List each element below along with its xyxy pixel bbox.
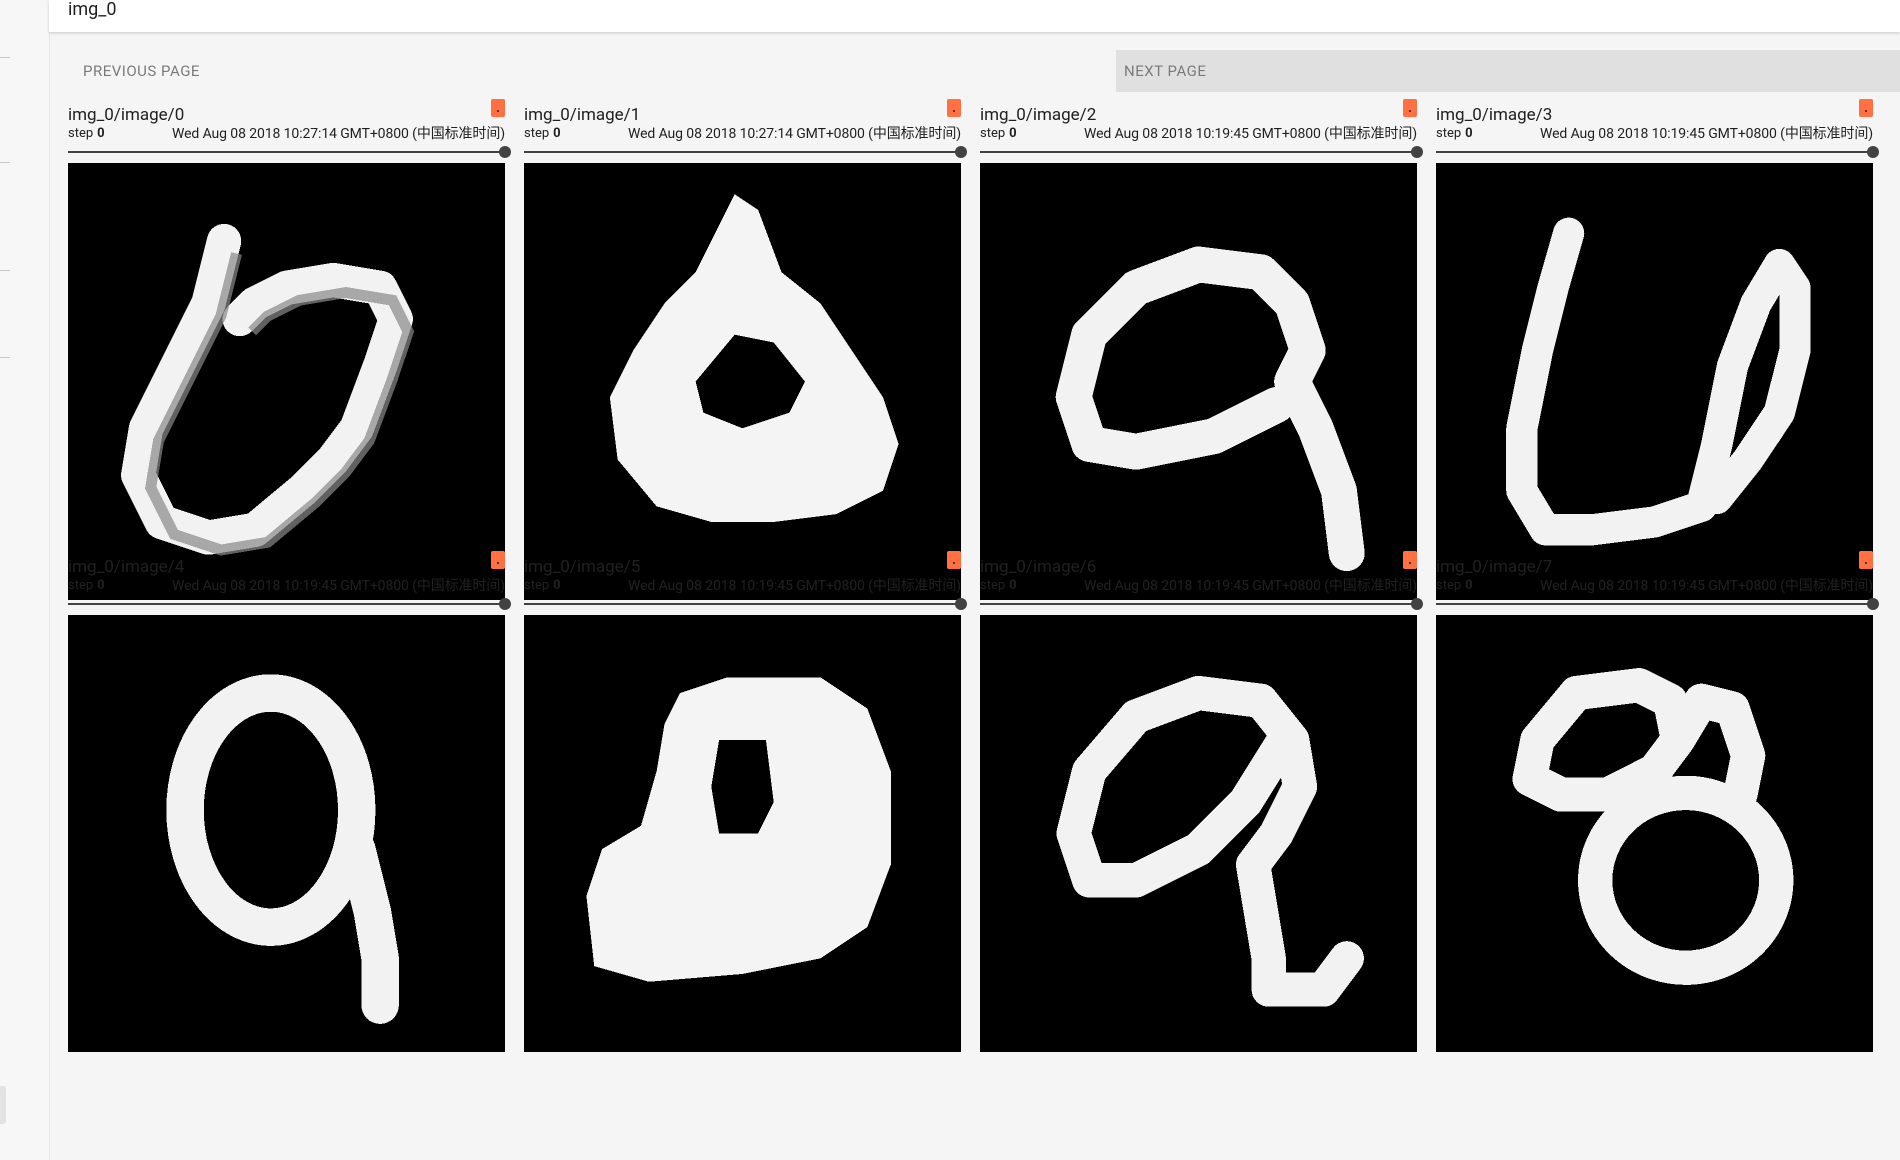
card-title: img_0/image/5 xyxy=(524,557,641,577)
timestamp: Wed Aug 08 2018 10:19:45 GMT+0800 (中国标准时… xyxy=(628,578,961,594)
expand-flag-icon[interactable] xyxy=(1403,551,1417,569)
expand-flag-icon[interactable] xyxy=(1859,99,1873,117)
card-title: img_0/image/2 xyxy=(980,105,1097,125)
mnist-image xyxy=(1436,163,1873,600)
step-label: step 0 xyxy=(68,578,105,593)
step-slider[interactable] xyxy=(980,603,1417,605)
next-page-button[interactable]: NEXT PAGE xyxy=(1116,50,1900,92)
step-value: 0 xyxy=(553,578,561,593)
step-slider[interactable] xyxy=(68,151,505,153)
card-title: img_0/image/3 xyxy=(1436,105,1553,125)
mnist-image xyxy=(68,615,505,1052)
step-label: step 0 xyxy=(524,578,561,593)
expand-flag-icon[interactable] xyxy=(947,551,961,569)
timestamp: Wed Aug 08 2018 10:27:14 GMT+0800 (中国标准时… xyxy=(172,126,505,142)
step-label: step 0 xyxy=(1436,578,1473,593)
sidebar-divider xyxy=(0,270,10,271)
step-slider[interactable] xyxy=(1436,603,1873,605)
expand-flag-icon[interactable] xyxy=(947,99,961,117)
step-value: 0 xyxy=(97,578,105,593)
step-label: step 0 xyxy=(980,126,1017,141)
step-slider[interactable] xyxy=(524,603,961,605)
timestamp: Wed Aug 08 2018 10:19:45 GMT+0800 (中国标准时… xyxy=(1084,126,1417,142)
mnist-image xyxy=(524,163,961,600)
timestamp: Wed Aug 08 2018 10:19:45 GMT+0800 (中国标准时… xyxy=(1540,126,1873,142)
card-title: img_0/image/6 xyxy=(980,557,1097,577)
expand-flag-icon[interactable] xyxy=(1859,551,1873,569)
step-value: 0 xyxy=(553,126,561,141)
step-value: 0 xyxy=(97,126,105,141)
timestamp: Wed Aug 08 2018 10:27:14 GMT+0800 (中国标准时… xyxy=(628,126,961,142)
step-value: 0 xyxy=(1465,126,1473,141)
step-label: step 0 xyxy=(524,126,561,141)
mnist-image xyxy=(980,615,1417,1052)
sidebar xyxy=(0,0,50,1160)
step-slider[interactable] xyxy=(980,151,1417,153)
group-title: img_0 xyxy=(68,0,117,20)
group-header[interactable]: img_0 xyxy=(49,0,1900,32)
step-slider-knob[interactable] xyxy=(1867,146,1879,158)
step-slider-knob[interactable] xyxy=(1867,598,1879,610)
step-label: step 0 xyxy=(1436,126,1473,141)
sidebar-divider xyxy=(0,57,10,58)
step-value: 0 xyxy=(1009,578,1017,593)
step-slider[interactable] xyxy=(1436,151,1873,153)
step-value: 0 xyxy=(1009,126,1017,141)
step-label: step 0 xyxy=(980,578,1017,593)
step-slider-knob[interactable] xyxy=(1411,598,1423,610)
step-slider[interactable] xyxy=(68,603,505,605)
mnist-image xyxy=(980,163,1417,600)
step-label: step 0 xyxy=(68,126,105,141)
mnist-image xyxy=(68,163,505,600)
step-slider-knob[interactable] xyxy=(955,598,967,610)
step-slider-knob[interactable] xyxy=(1411,146,1423,158)
expand-flag-icon[interactable] xyxy=(491,551,505,569)
timestamp: Wed Aug 08 2018 10:19:45 GMT+0800 (中国标准时… xyxy=(172,578,505,594)
step-slider[interactable] xyxy=(524,151,961,153)
sidebar-divider xyxy=(0,357,10,358)
card-title: img_0/image/0 xyxy=(68,105,185,125)
expand-flag-icon[interactable] xyxy=(1403,99,1417,117)
previous-page-button[interactable]: PREVIOUS PAGE xyxy=(49,50,259,92)
sidebar-divider xyxy=(0,162,10,163)
step-slider-knob[interactable] xyxy=(499,146,511,158)
step-slider-knob[interactable] xyxy=(499,598,511,610)
step-value: 0 xyxy=(1465,578,1473,593)
main-panel: img_0 PREVIOUS PAGE NEXT PAGE img_0/imag… xyxy=(49,0,1900,1160)
card-title: img_0/image/4 xyxy=(68,557,185,577)
step-slider-knob[interactable] xyxy=(955,146,967,158)
card-title: img_0/image/1 xyxy=(524,105,641,125)
mnist-image xyxy=(524,615,961,1052)
expand-flag-icon[interactable] xyxy=(491,99,505,117)
sidebar-scrollbar[interactable] xyxy=(0,1086,6,1124)
card-title: img_0/image/7 xyxy=(1436,557,1553,577)
mnist-image xyxy=(1436,615,1873,1052)
timestamp: Wed Aug 08 2018 10:19:45 GMT+0800 (中国标准时… xyxy=(1540,578,1873,594)
timestamp: Wed Aug 08 2018 10:19:45 GMT+0800 (中国标准时… xyxy=(1084,578,1417,594)
